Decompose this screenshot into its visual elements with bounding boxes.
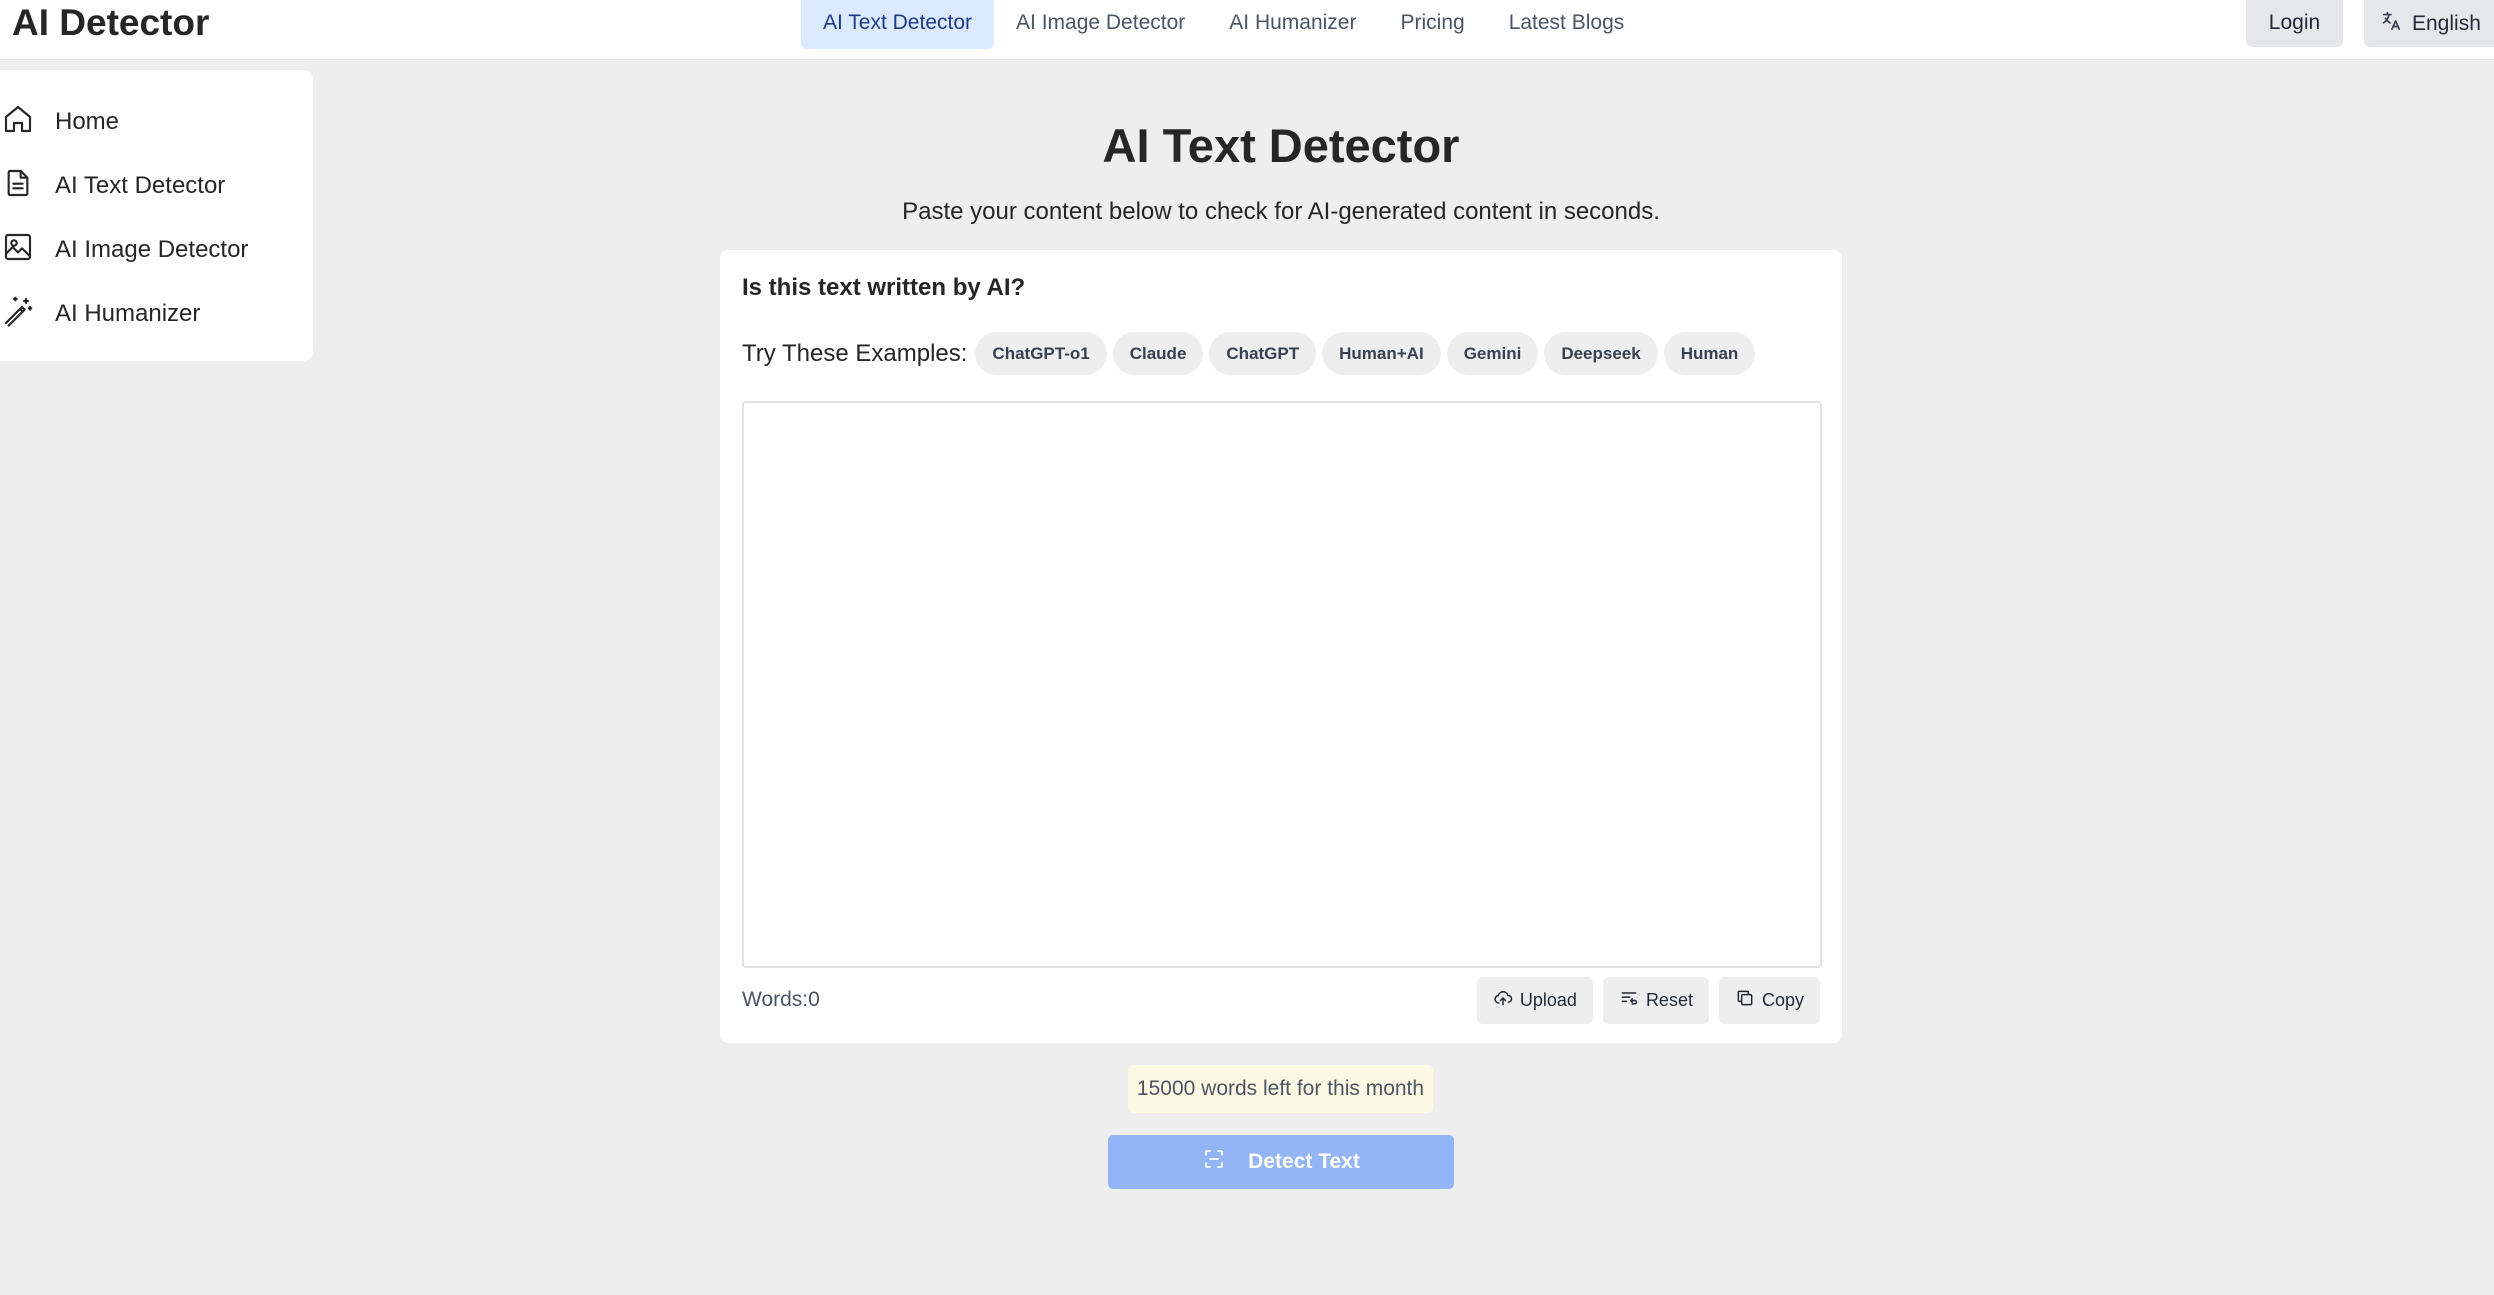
examples-label: Try These Examples: (742, 339, 968, 367)
reset-button[interactable]: Reset (1602, 977, 1709, 1024)
sidebar: Home AI Text Detector AI Image Detector (0, 70, 313, 361)
detect-text-button[interactable]: Detect Text (1108, 1135, 1454, 1189)
reset-label: Reset (1645, 990, 1693, 1010)
examples-row: Try These Examples: ChatGPT-o1 Claude Ch… (742, 332, 1761, 375)
nav-ai-humanizer[interactable]: AI Humanizer (1207, 0, 1378, 49)
example-chip-claude[interactable]: Claude (1112, 332, 1204, 375)
sidebar-item-home[interactable]: Home (0, 90, 313, 154)
reset-icon (1619, 988, 1639, 1013)
example-chip-deepseek[interactable]: Deepseek (1544, 332, 1658, 375)
page-title: AI Text Detector (1102, 119, 1460, 172)
sidebar-item-label: AI Text Detector (55, 172, 226, 199)
sidebar-item-label: AI Humanizer (55, 300, 201, 327)
sidebar-item-ai-image-detector[interactable]: AI Image Detector (0, 218, 313, 282)
login-button[interactable]: Login (2246, 0, 2343, 47)
card-question: Is this text written by AI? (742, 274, 1026, 301)
home-icon (2, 103, 55, 142)
nav-ai-image-detector[interactable]: AI Image Detector (994, 0, 1207, 49)
magic-wand-icon (2, 295, 55, 334)
language-button[interactable]: English (2364, 0, 2494, 47)
sidebar-item-ai-humanizer[interactable]: AI Humanizer (0, 282, 313, 346)
upload-label: Upload (1519, 990, 1577, 1010)
nav-ai-text-detector[interactable]: AI Text Detector (801, 0, 995, 49)
document-icon (2, 167, 55, 206)
sidebar-item-label: AI Image Detector (55, 236, 249, 263)
top-header: AI Detector AI Text Detector AI Image De… (0, 0, 2494, 60)
copy-icon (1735, 988, 1755, 1013)
sidebar-item-label: Home (55, 108, 120, 135)
example-chip-gemini[interactable]: Gemini (1446, 332, 1539, 375)
page-subtitle: Paste your content below to check for AI… (902, 198, 1660, 225)
copy-label: Copy (1761, 990, 1804, 1010)
translate-icon (2380, 10, 2402, 38)
detector-card: Is this text written by AI? Try These Ex… (720, 250, 1842, 1043)
brand-logo[interactable]: AI Detector (12, 0, 209, 46)
top-nav: AI Text Detector AI Image Detector AI Hu… (801, 0, 1646, 49)
content-textarea[interactable] (742, 401, 1822, 968)
cloud-upload-icon (1493, 988, 1513, 1013)
copy-button[interactable]: Copy (1718, 977, 1820, 1024)
word-count: Words:0 (742, 988, 820, 1011)
example-chip-human-ai[interactable]: Human+AI (1322, 332, 1441, 375)
scan-icon (1202, 1147, 1226, 1177)
example-chip-human[interactable]: Human (1663, 332, 1756, 375)
language-label: English (2412, 11, 2481, 35)
nav-pricing[interactable]: Pricing (1378, 0, 1486, 49)
quota-badge: 15000 words left for this month (1128, 1065, 1433, 1113)
upload-button[interactable]: Upload (1476, 977, 1593, 1024)
example-chip-chatgpt-o1[interactable]: ChatGPT-o1 (975, 332, 1107, 375)
textarea-actions: Upload Reset Copy (1476, 977, 1820, 1024)
sidebar-item-ai-text-detector[interactable]: AI Text Detector (0, 154, 313, 218)
example-chip-chatgpt[interactable]: ChatGPT (1209, 332, 1317, 375)
image-icon (2, 231, 55, 270)
nav-latest-blogs[interactable]: Latest Blogs (1487, 0, 1647, 49)
detect-text-label: Detect Text (1248, 1150, 1360, 1173)
